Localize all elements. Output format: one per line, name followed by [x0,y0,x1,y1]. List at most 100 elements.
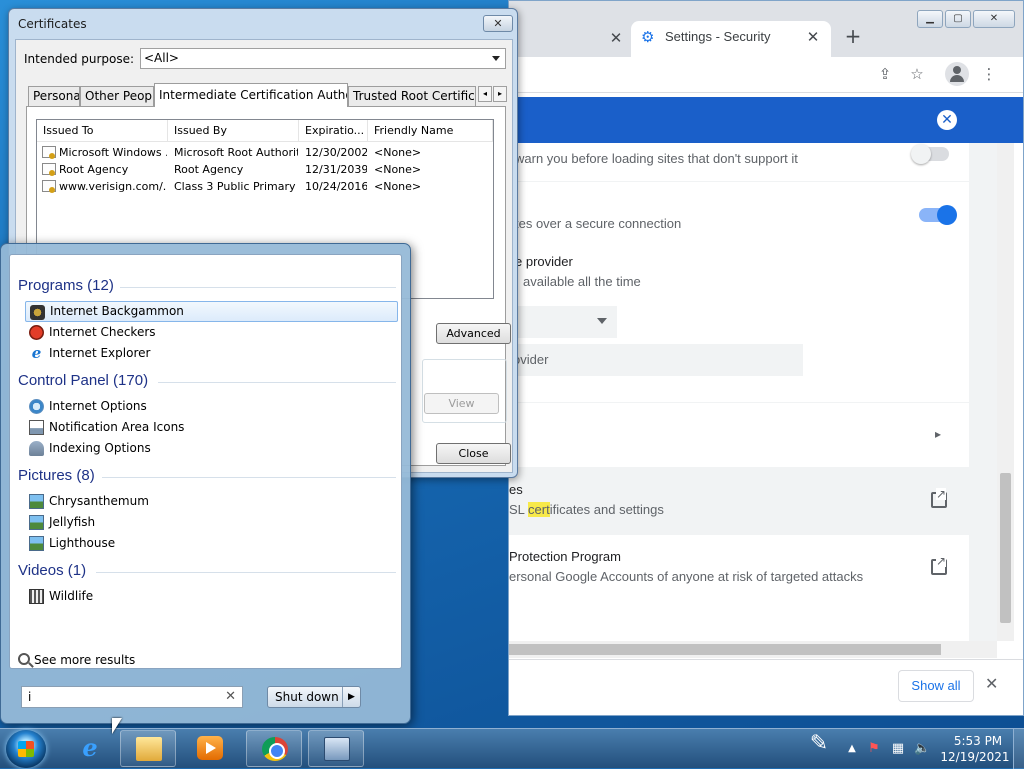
tab-scroll-right-icon[interactable]: ▸ [493,86,507,102]
scrollbar-thumb[interactable] [1000,473,1011,623]
column-header-issued-by[interactable]: Issued By [168,120,299,142]
start-button[interactable] [6,730,46,768]
cell-issued-by: Microsoft Root Authority [174,146,298,159]
column-header-friendly-name[interactable]: Friendly Name [368,120,493,142]
close-icon[interactable]: ✕ [985,674,998,693]
new-tab-plus-icon[interactable]: + [841,25,865,49]
group-header-pictures[interactable]: Pictures (8) [18,467,95,484]
cell-issued-to: www.verisign.com/... [59,180,167,193]
scrollbar-thumb[interactable] [509,644,941,655]
profile-avatar-icon[interactable] [945,62,969,86]
show-hidden-icons-icon[interactable]: ▲ [844,741,860,757]
settings-row-advanced[interactable]: ▸ [509,403,969,467]
provider-subtitle: available all the time [523,274,641,289]
share-icon[interactable]: ⇪ [874,63,896,85]
internet-explorer-icon: e [31,344,42,362]
internet-explorer-icon: e [82,733,98,762]
taskbar-chrome[interactable] [246,730,302,767]
settings-row-manage-certificates[interactable]: es SL certificates and settings [509,468,969,534]
result-internet-backgammon[interactable]: Internet Backgammon [25,301,398,322]
chrome-tab-inactive[interactable]: ✕ [509,23,627,57]
clear-search-icon[interactable]: ✕ [225,687,236,707]
tab-scroll-left-icon[interactable]: ◂ [478,86,492,102]
taskbar-windows-explorer[interactable] [120,730,176,767]
download-shelf: Show all ✕ [509,659,1023,715]
cell-issued-by: Class 3 Public Primary ... [174,180,298,193]
backgammon-icon [30,305,45,320]
window-close-button[interactable]: ✕ [973,10,1015,28]
result-internet-checkers[interactable]: Internet Checkers [25,322,398,343]
volume-icon[interactable]: 🔈 [914,741,930,757]
more-menu-icon[interactable]: ⋮ [978,63,1000,85]
tab-trusted-root[interactable]: Trusted Root Certificatio [348,86,476,106]
result-label: Lighthouse [49,536,116,550]
certificate-manager-icon [324,737,350,761]
https-toggle[interactable] [911,144,949,164]
result-internet-explorer[interactable]: e Internet Explorer [25,343,398,364]
advanced-button[interactable]: Advanced [436,323,511,344]
tab-other-people[interactable]: Other People [80,86,154,106]
notification-area-icon [29,420,44,435]
view-button[interactable]: View [424,393,499,414]
window-controls: ▁ ▢ ✕ [917,10,1015,28]
group-header-control-panel[interactable]: Control Panel (170) [18,372,148,389]
dialog-close-button[interactable]: ✕ [483,15,513,32]
see-more-results-link[interactable]: See more results [18,653,135,667]
secure-dns-toggle[interactable] [919,205,957,225]
result-jellyfish[interactable]: Jellyfish [25,512,398,533]
purpose-select[interactable]: <All> [140,48,506,69]
horizontal-scrollbar[interactable] [509,641,997,658]
pen-input-icon[interactable]: ✎ [804,733,834,762]
column-header-expiration[interactable]: Expiratio... [299,120,368,142]
external-link-icon [931,488,947,508]
result-indexing-options[interactable]: Indexing Options [25,438,398,459]
chrome-tab-settings-security[interactable]: ⚙ Settings - Security ✕ [631,21,831,57]
clock-date[interactable]: 12/19/2021 [940,750,1010,764]
app-subtitle: ersonal Google Accounts of anyone at ris… [509,569,864,584]
chrome-window: ✕ ⚙ Settings - Security ✕ + ▁ ▢ ✕ ⇪ ☆ ⋮ … [508,0,1024,716]
shutdown-options-arrow-icon[interactable]: ▶ [342,687,360,707]
show-all-button[interactable]: Show all [898,670,974,702]
https-warning-text: warn you before loading sites that don't… [515,151,798,166]
tab-close-icon[interactable]: ✕ [803,27,823,47]
table-row[interactable]: www.verisign.com/... Class 3 Public Prim… [37,178,493,195]
settings-row-advanced-protection[interactable]: Protection Program ersonal Google Accoun… [509,535,969,641]
group-header-programs[interactable]: Programs (12) [18,277,114,294]
cell-friendly-name: <None> [374,163,422,176]
result-chrysanthemum[interactable]: Chrysanthemum [25,491,398,512]
maximize-button[interactable]: ▢ [945,10,971,28]
minimize-button[interactable]: ▁ [917,10,943,28]
group-header-videos[interactable]: Videos (1) [18,562,86,579]
shutdown-button[interactable]: Shut down ▶ [267,686,361,708]
result-notification-area-icons[interactable]: Notification Area Icons [25,417,398,438]
search-results-pane: Programs (12) Internet Backgammon Intern… [9,254,402,669]
taskbar-media-player[interactable] [182,730,238,767]
taskbar-certificates[interactable] [308,730,364,767]
tab-close-icon[interactable]: ✕ [606,28,626,48]
video-icon [29,589,44,604]
cell-expiration: 10/24/2016 [305,180,367,193]
vertical-scrollbar[interactable] [997,143,1014,641]
star-bookmark-icon[interactable]: ☆ [906,63,928,85]
taskbar-internet-explorer[interactable]: e [62,730,118,767]
custom-provider-input[interactable]: ovider [509,344,803,376]
table-row[interactable]: Microsoft Windows ... Microsoft Root Aut… [37,144,493,161]
tab-personal[interactable]: Personal [28,86,80,106]
result-wildlife[interactable]: Wildlife [25,586,398,607]
result-label: Notification Area Icons [49,420,185,434]
table-row[interactable]: Root Agency Root Agency 12/31/2039 <None… [37,161,493,178]
divider [102,477,396,478]
tab-intermediate-ca[interactable]: Intermediate Certification Authorities [154,83,348,107]
show-desktop-button[interactable] [1013,729,1024,769]
close-button[interactable]: Close [436,443,511,464]
clock-time[interactable]: 5:53 PM [948,734,1008,748]
provider-title: e provider [515,254,573,269]
start-search-input[interactable]: i ✕ [21,686,243,708]
column-header-issued-to[interactable]: Issued To [37,120,168,142]
result-lighthouse[interactable]: Lighthouse [25,533,398,554]
action-center-flag-icon[interactable]: ⚑ [866,741,882,757]
provider-dropdown[interactable] [509,306,617,338]
banner-close-icon[interactable]: ✕ [937,110,957,130]
network-icon[interactable]: ▦ [890,741,906,757]
result-internet-options[interactable]: Internet Options [25,396,398,417]
